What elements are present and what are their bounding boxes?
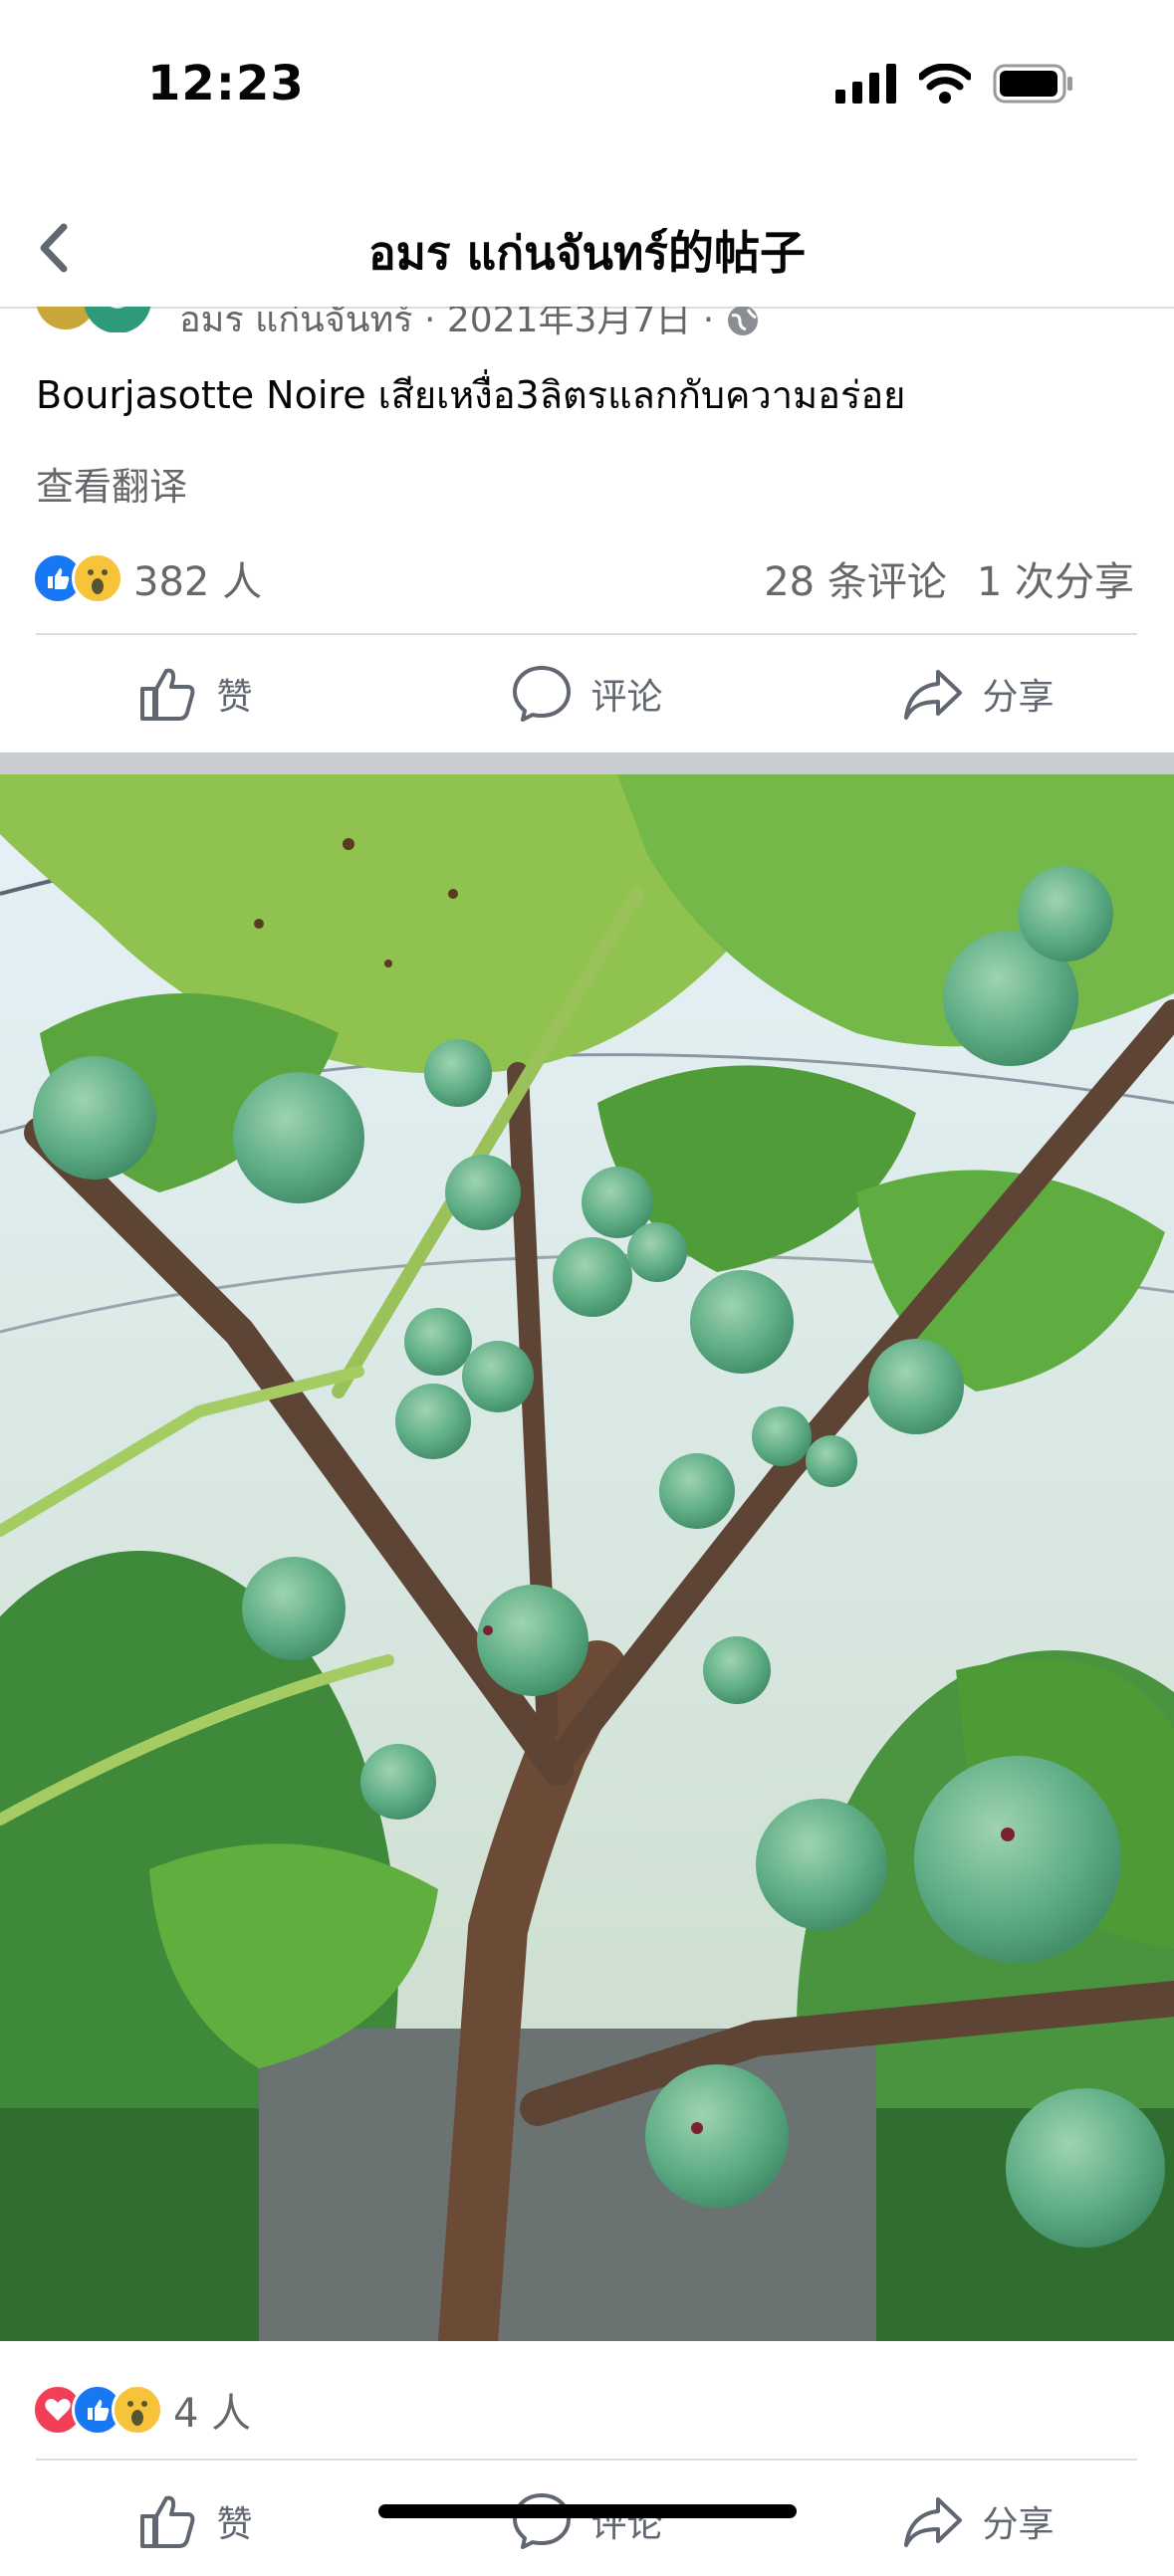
- comment-label: 评论: [590, 677, 663, 718]
- share-label: 分享: [982, 2504, 1055, 2545]
- avatar[interactable]: [36, 307, 155, 333]
- photo-reactions-summary[interactable]: 4 人: [32, 2381, 251, 2439]
- battery-icon: [993, 64, 1072, 104]
- status-time: 12:23: [147, 56, 305, 111]
- comment-icon: [513, 2493, 572, 2549]
- wow-reaction-icon: [112, 2384, 163, 2436]
- section-separator: [0, 752, 1174, 774]
- reactions-count: 382 人: [133, 559, 263, 605]
- see-translation-link[interactable]: 查看翻译: [36, 456, 187, 511]
- reactions-summary[interactable]: 382 人: [32, 549, 262, 607]
- photo-action-bar: 赞 评论 分享: [0, 2467, 1174, 2576]
- photo-share-button[interactable]: 分享: [783, 2467, 1174, 2576]
- author-name-date: อมร แก่นจันทร์ · 2021年3月7日 ·: [179, 307, 726, 340]
- photo-comment-button[interactable]: 评论: [391, 2467, 783, 2576]
- like-icon: [140, 668, 195, 721]
- comments-count[interactable]: 28 条评论: [764, 549, 947, 607]
- divider: [36, 2459, 1137, 2461]
- page-title: อมร แก่นจันทร์的帖子: [367, 226, 807, 280]
- like-label: 赞: [216, 2504, 253, 2545]
- like-icon: [140, 2495, 195, 2548]
- wifi-icon: [919, 64, 971, 104]
- nav-header: อมร แก่นจันทร์的帖子: [0, 189, 1174, 309]
- photo-reactions-count: 4 人: [173, 2391, 252, 2437]
- shares-count[interactable]: 1 次分享: [977, 549, 1134, 607]
- comment-label: 评论: [590, 2504, 663, 2545]
- status-icons: [835, 64, 1074, 104]
- post-meta: อมร แก่นจันทร์ · 2021年3月7日 ·: [0, 307, 1174, 342]
- divider: [36, 633, 1137, 635]
- share-icon: [904, 670, 963, 720]
- comment-button[interactable]: 评论: [391, 639, 783, 749]
- post-action-bar: 赞 评论 分享: [0, 639, 1174, 749]
- post-text: Bourjasotte Noire เสียเหงื่อ3ลิตรแลกกับค…: [36, 373, 906, 417]
- wow-reaction-icon: [72, 552, 123, 604]
- post-photo[interactable]: [0, 774, 1174, 2341]
- post-stats: 28 条评论 1 次分享: [764, 549, 1134, 607]
- like-button[interactable]: 赞: [0, 639, 391, 749]
- share-icon: [904, 2497, 963, 2547]
- signal-icon: [835, 64, 896, 104]
- globe-icon: [727, 307, 758, 335]
- author-line[interactable]: อมร แก่นจันทร์ · 2021年3月7日 ·: [179, 307, 760, 342]
- comment-icon: [513, 666, 572, 722]
- share-label: 分享: [982, 677, 1055, 718]
- share-button[interactable]: 分享: [783, 639, 1174, 749]
- photo-like-button[interactable]: 赞: [0, 2467, 391, 2576]
- like-label: 赞: [216, 677, 253, 718]
- home-indicator[interactable]: [378, 2504, 797, 2518]
